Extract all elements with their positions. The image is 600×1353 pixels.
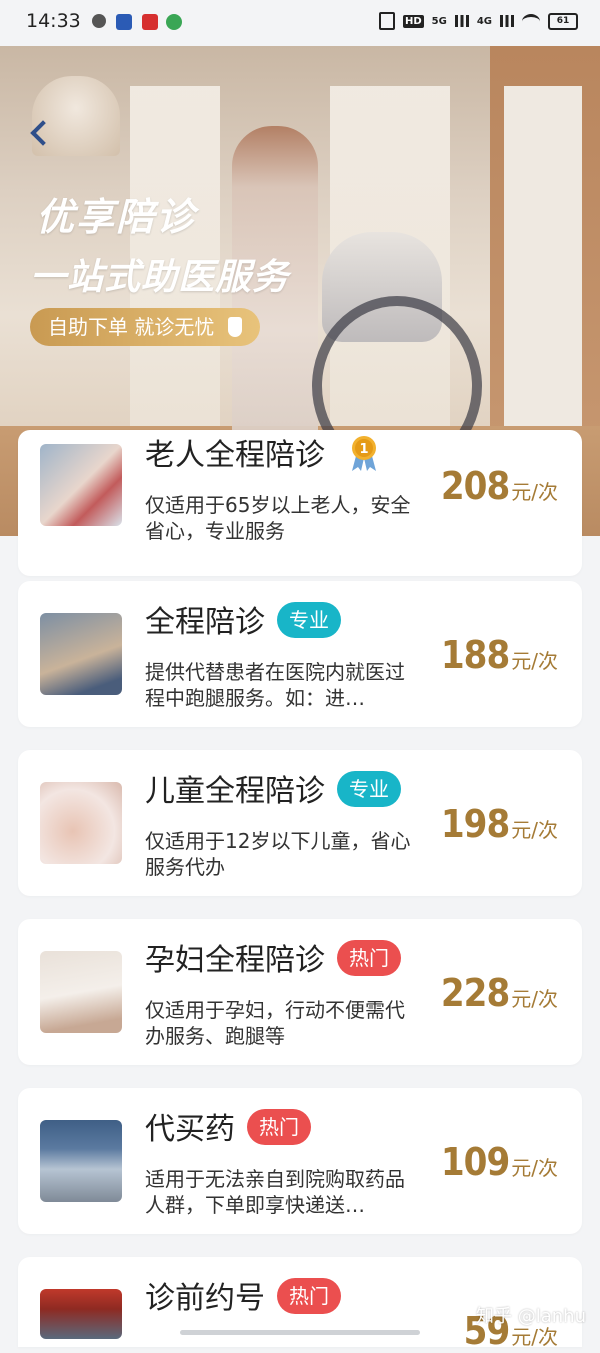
children-thumbnail [40, 782, 122, 864]
service-desc: 适用于无法亲自到院购取药品人群，下单即享快递送… [145, 1167, 405, 1217]
medal-icon: 1 [347, 434, 381, 472]
badge-hot: 热门 [247, 1108, 311, 1145]
price-value: 228 [440, 971, 510, 1015]
price-unit: 元/次 [511, 818, 558, 842]
badge-hot: 热门 [277, 1277, 341, 1314]
service-desc: 提供代替患者在医院内就医过程中跑腿服务。如：进… [145, 660, 405, 710]
app-icon [166, 14, 182, 30]
signal-icon [454, 15, 469, 27]
self-order-label: 自助下单 就诊无忧 [48, 315, 215, 339]
service-title-text: 老人全程陪诊 [145, 438, 325, 473]
service-title-text: 全程陪诊 [145, 605, 265, 640]
price-unit: 元/次 [511, 987, 558, 1011]
service-price: 109 元/次 [441, 1140, 558, 1184]
service-card-children[interactable]: 儿童全程陪诊 专业 仅适用于12岁以下儿童，省心服务代办 198 元/次 [18, 750, 582, 896]
badge-professional: 专业 [337, 770, 401, 807]
price-unit: 元/次 [511, 1325, 558, 1349]
service-title-text: 孕妇全程陪诊 [145, 943, 325, 978]
battery-icon: 61 [548, 12, 578, 30]
tap-hand-icon [228, 317, 243, 337]
badge-hot: 热门 [337, 939, 401, 976]
price-unit: 元/次 [511, 1156, 558, 1180]
service-title: 全程陪诊 专业 [145, 597, 341, 642]
status-time: 14:33 [26, 10, 81, 32]
medal-number: 1 [359, 442, 368, 457]
hero-subtitle: 一站式助医服务 [30, 257, 290, 298]
self-order-button[interactable]: 自助下单 就诊无忧 [30, 308, 261, 346]
hd-indicator: HD [402, 14, 424, 28]
app-icon [116, 14, 132, 30]
4g-indicator: 4G [476, 15, 492, 27]
home-indicator[interactable] [180, 1330, 420, 1335]
service-title-text: 诊前约号 [145, 1281, 265, 1316]
service-desc: 仅适用于孕妇，行动不便需代办服务、跑腿等 [145, 998, 405, 1048]
vibrate-icon [378, 12, 395, 30]
service-card-buy-medicine[interactable]: 代买药 热门 适用于无法亲自到院购取药品人群，下单即享快递送… 109 元/次 [18, 1088, 582, 1234]
service-card-elderly[interactable]: 老人全程陪诊 1 仅适用于65岁以上老人，安全省心，专业服务 208 元/次 [18, 430, 582, 576]
status-bar: 14:33 HD 5G 4G 61 [0, 0, 600, 46]
badge-professional: 专业 [277, 601, 341, 638]
signal-icon [500, 15, 514, 27]
appointment-thumbnail [40, 1289, 122, 1339]
zhihu-watermark: 知乎 @lanhu [476, 1306, 586, 1327]
service-title-text: 儿童全程陪诊 [145, 774, 325, 809]
wifi-icon [522, 13, 540, 29]
service-title: 代买药 热门 [145, 1104, 311, 1149]
pregnant-thumbnail [40, 951, 122, 1033]
hero-title: 优享陪诊 [36, 195, 197, 239]
elderly-thumbnail [40, 444, 122, 526]
message-icon [92, 14, 106, 28]
price-value: 188 [440, 633, 510, 677]
price-unit: 元/次 [511, 649, 558, 673]
service-title-text: 代买药 [145, 1112, 235, 1147]
door-glass [504, 86, 582, 446]
service-card-full-escort[interactable]: 全程陪诊 专业 提供代替患者在医院内就医过程中跑腿服务。如：进… 188 元/次 [18, 581, 582, 727]
app-icon [142, 14, 158, 30]
service-desc: 仅适用于12岁以下儿童，省心服务代办 [145, 829, 411, 879]
price-value: 208 [440, 464, 510, 508]
price-value: 198 [440, 802, 510, 846]
escort-thumbnail [40, 613, 122, 695]
service-price: 198 元/次 [441, 802, 558, 846]
status-indicators: HD 5G 4G 61 [378, 12, 578, 30]
5g-indicator: 5G [431, 15, 447, 27]
price-unit: 元/次 [511, 480, 558, 504]
service-price: 188 元/次 [441, 633, 558, 677]
price-value: 109 [440, 1140, 510, 1184]
service-title: 老人全程陪诊 1 [145, 430, 381, 476]
service-price: 208 元/次 [441, 464, 558, 508]
service-desc: 仅适用于65岁以上老人，安全省心，专业服务 [145, 493, 411, 543]
service-title: 儿童全程陪诊 专业 [145, 766, 401, 811]
service-card-pregnant[interactable]: 孕妇全程陪诊 热门 仅适用于孕妇，行动不便需代办服务、跑腿等 228 元/次 [18, 919, 582, 1065]
back-chevron-icon[interactable] [28, 116, 48, 156]
service-title: 诊前约号 热门 [145, 1273, 341, 1318]
pharmacy-thumbnail [40, 1120, 122, 1202]
service-price: 228 元/次 [441, 971, 558, 1015]
service-title: 孕妇全程陪诊 热门 [145, 935, 401, 980]
